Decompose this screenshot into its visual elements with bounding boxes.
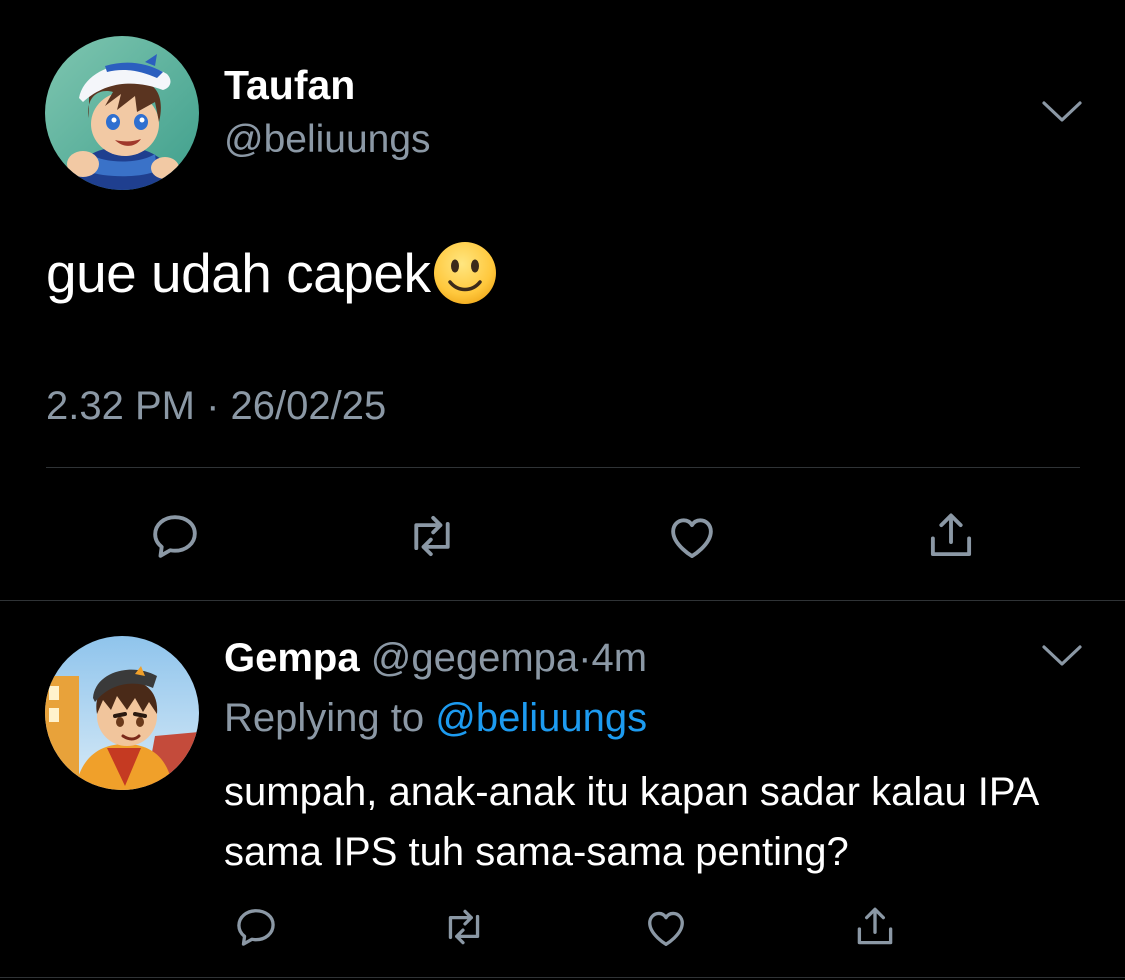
author-handle[interactable]: @beliuungs [224,118,431,162]
like-button[interactable] [662,506,722,566]
reply-author-handle[interactable]: @gegempa [371,636,578,680]
author-avatar[interactable] [45,36,199,190]
reply-separator: · [578,636,592,680]
reply-header: Gempa @gegempa·4m [224,632,647,684]
share-icon [857,907,893,945]
reply-icon [237,909,275,946]
reply-time-ago[interactable]: 4m [591,636,647,680]
share-icon [930,513,972,557]
thread-divider [0,600,1125,601]
author-name[interactable]: Taufan [224,62,355,109]
main-tweet: Taufan @beliuungs gue udah capek 2.32 PM… [0,0,1125,600]
retweet-icon [448,909,480,945]
tweet-timestamp[interactable]: 2.32 PM · 26/02/25 [46,384,386,429]
avatar-image [45,636,199,790]
reply-author-name[interactable]: Gempa [224,636,360,680]
reply-like-button[interactable] [636,897,696,957]
bottom-divider [0,977,1125,978]
replying-to-handle-link[interactable]: @beliuungs [435,696,647,740]
reply-button[interactable] [145,506,205,566]
avatar-image [45,36,199,190]
reply-retweet-button[interactable] [434,897,494,957]
share-button[interactable] [921,506,981,566]
reply-author-avatar[interactable] [45,636,199,790]
retweet-icon [414,515,450,557]
replying-to: Replying to @beliuungs [224,692,647,744]
reply-more-options-chevron-icon[interactable] [1040,642,1084,670]
divider [46,467,1080,468]
retweet-button[interactable] [402,506,462,566]
reply-reply-button[interactable] [226,897,286,957]
replying-to-prefix: Replying to [224,696,425,740]
like-icon [671,518,713,558]
tweet-text-content: gue udah capek [46,242,431,304]
reply-share-button[interactable] [845,897,905,957]
reply-text: sumpah, anak-anak itu kapan sadar kalau … [224,770,1038,874]
more-options-chevron-icon[interactable] [1040,98,1084,126]
like-icon [648,911,684,946]
reply-icon [153,515,197,558]
slightly-smiling-face-icon [432,240,498,306]
tweet-text: gue udah capek [46,240,498,306]
tweet-thread-screen: Taufan @beliuungs gue udah capek 2.32 PM… [0,0,1125,980]
